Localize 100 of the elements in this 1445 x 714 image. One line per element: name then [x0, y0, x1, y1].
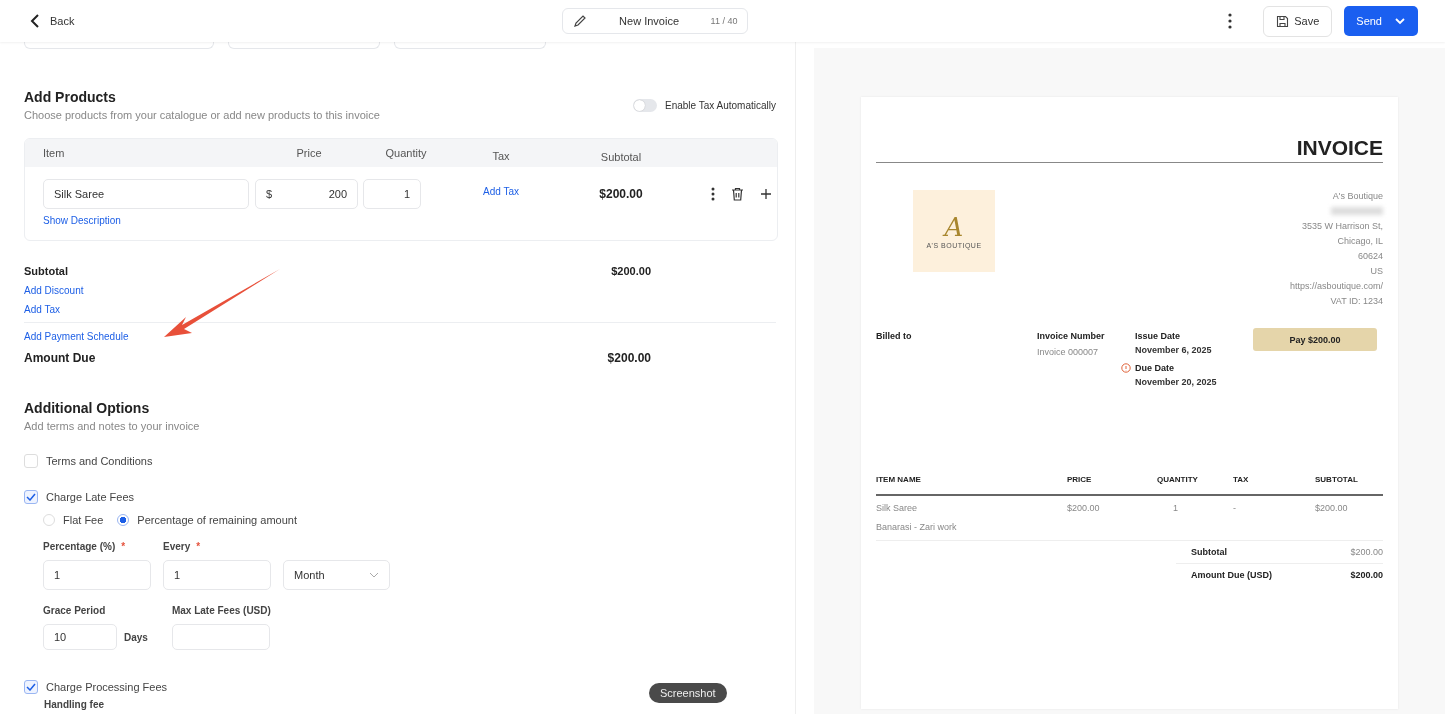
subtotal-label: Subtotal: [24, 265, 68, 277]
character-counter: 11 / 40: [710, 16, 738, 26]
pay-button[interactable]: Pay $200.00: [1253, 328, 1377, 351]
issue-date-label: Issue Date: [1135, 331, 1182, 341]
row-subtotal: $200.00: [599, 187, 643, 201]
subtotal-value: $200.00: [611, 265, 651, 277]
totals-link[interactable]: Add Tax: [24, 304, 776, 315]
company-detail: 60624: [1357, 251, 1383, 261]
section-subtitle: Add terms and notes to your invoice: [24, 420, 201, 432]
plus-icon[interactable]: [760, 188, 772, 200]
amount-due-value: $200.00: [607, 351, 651, 365]
trash-icon[interactable]: [731, 187, 744, 201]
price-value: 200: [328, 188, 347, 200]
invoice-number: Invoice 000007: [1037, 347, 1100, 357]
field-label: Max Late Fees (USD): [171, 605, 271, 617]
column-header: SUBTOTAL: [1315, 475, 1359, 484]
subtotal-label: Subtotal: [1191, 547, 1227, 557]
billed-to-label: Billed to: [876, 331, 912, 341]
quantity-field[interactable]: 1: [363, 179, 421, 209]
field-label: Handling fee: [43, 699, 105, 710]
invoice-title-field[interactable]: New Invoice 11 / 40: [562, 8, 749, 34]
column-header: Price: [295, 147, 323, 159]
interval-field[interactable]: 1: [163, 560, 271, 590]
column-header: QUANTITY: [1157, 475, 1199, 484]
required-mark: *: [121, 541, 126, 553]
period-dropdown[interactable]: Month: [283, 560, 390, 590]
column-header: ITEM NAME: [876, 475, 922, 484]
required-mark: *: [196, 541, 201, 553]
column-header: Subtotal: [599, 150, 643, 163]
due-date-label: Due Date: [1135, 363, 1174, 373]
section-title: Add Products: [24, 89, 117, 105]
percentage-field[interactable]: 1: [43, 560, 151, 590]
table-cell-text: 1: [1172, 503, 1179, 515]
input-field[interactable]: [24, 42, 214, 49]
radio-label: Flat Fee: [63, 514, 104, 526]
company-detail: https://asboutique.com/: [1289, 281, 1383, 291]
input-field[interactable]: [394, 42, 546, 49]
info-icon: [1121, 363, 1131, 373]
amount-due-value: $200.00: [1350, 570, 1383, 580]
checkbox-label: Charge Processing Fees: [46, 681, 168, 693]
toggle-switch[interactable]: [633, 98, 657, 112]
item-description: Banarasi - Zari work: [876, 522, 958, 532]
column-header: TAX: [1233, 475, 1250, 484]
chevron-down-icon: [369, 572, 379, 578]
back-button[interactable]: Back: [30, 13, 75, 29]
amount-due-label: Amount Due: [24, 351, 96, 365]
logo-letter: A: [944, 213, 964, 240]
max-late-fees-field[interactable]: [171, 624, 270, 650]
table-cell-text: $200.00: [1067, 503, 1101, 515]
field-label: Every: [163, 541, 191, 553]
checkbox[interactable]: [24, 490, 38, 504]
send-button[interactable]: Send: [1344, 6, 1418, 36]
totals-link[interactable]: Add Discount: [24, 285, 776, 296]
invoice-number-label: Invoice Number: [1037, 331, 1106, 341]
tooltip: Screenshot: [649, 683, 727, 703]
amount-due-label: Amount Due (USD): [1191, 570, 1272, 580]
add-tax-link[interactable]: Add Tax: [483, 186, 519, 197]
chevron-down-icon: [1394, 17, 1406, 25]
add-payment-schedule-link[interactable]: Add Payment Schedule: [24, 331, 776, 342]
company-detail: 3535 W Harrison St,: [1301, 221, 1383, 231]
company-detail: VAT ID: 1234: [1330, 296, 1383, 306]
unit-label: Days: [124, 631, 148, 643]
invoice-heading: INVOICE: [876, 136, 1383, 163]
subtotal-value: $200.00: [1350, 547, 1383, 557]
radio-button[interactable]: [117, 514, 130, 526]
company-detail: A's Boutique: [1332, 191, 1383, 201]
checkbox-label: Terms and Conditions: [46, 455, 153, 467]
due-date: November 20, 2025: [1135, 377, 1218, 387]
company-detail: US: [1370, 266, 1383, 276]
column-header: Quantity: [384, 147, 428, 159]
item-name-field[interactable]: Silk Saree: [43, 179, 249, 209]
checkbox-label: Charge Late Fees: [46, 491, 135, 503]
table-cell-text: -: [1233, 503, 1237, 515]
item-name: Silk Saree: [876, 503, 919, 513]
currency-symbol: $: [266, 188, 273, 200]
toggle-label: Enable Tax Automatically: [665, 99, 776, 111]
section-subtitle: Choose products from your catalogue or add new products to this invoice: [24, 109, 380, 121]
issue-date: November 6, 2025: [1135, 345, 1213, 355]
checkbox[interactable]: [24, 680, 38, 694]
table-cell-text: $200.00: [1315, 503, 1349, 515]
field-label: Grace Period: [43, 605, 106, 617]
section-title: Additional Options: [24, 400, 151, 416]
company-detail: Chicago, IL: [1337, 236, 1383, 246]
column-header: Item: [42, 147, 66, 159]
more-options-icon[interactable]: [1228, 13, 1233, 29]
price-field[interactable]: $ 200: [255, 179, 358, 209]
column-header: PRICE: [1067, 475, 1093, 484]
radio-label: Percentage of remaining amount: [137, 514, 297, 526]
column-header: Tax: [491, 149, 511, 162]
grace-period-field[interactable]: 10: [43, 624, 117, 650]
blurred-text: [1331, 207, 1383, 215]
invoice-title: New Invoice: [618, 15, 680, 27]
more-options-icon[interactable]: [711, 187, 715, 201]
input-field[interactable]: [228, 42, 380, 49]
pencil-icon: [573, 14, 588, 28]
field-label: Percentage (%): [43, 541, 116, 553]
save-button[interactable]: Save: [1263, 5, 1333, 37]
chevron-left-icon: [30, 13, 40, 29]
checkbox[interactable]: [24, 454, 38, 468]
show-description-link[interactable]: Show Description: [43, 215, 255, 226]
